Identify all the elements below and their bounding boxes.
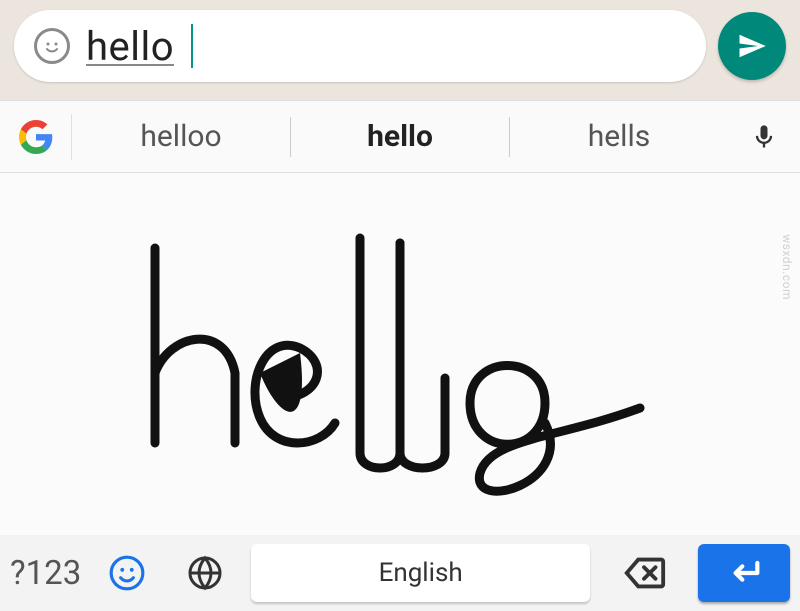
symbols-key[interactable]: ?123 — [10, 554, 81, 593]
emoji-icon[interactable] — [34, 28, 70, 64]
enter-key[interactable] — [698, 544, 790, 602]
chat-input-bar: hello — [0, 0, 800, 92]
suggestion-1[interactable]: helloo — [72, 114, 290, 160]
globe-icon[interactable] — [173, 555, 237, 591]
space-key[interactable]: English — [251, 544, 590, 602]
send-button[interactable] — [718, 12, 786, 80]
emoji-key-icon[interactable] — [95, 554, 159, 592]
google-logo-icon[interactable] — [0, 114, 72, 160]
backspace-icon[interactable] — [604, 550, 684, 596]
keyboard-bottom-row: ?123 English — [0, 535, 800, 611]
handwriting-canvas[interactable] — [0, 173, 800, 535]
watermark: wsxdn.com — [780, 234, 794, 300]
keyboard-panel: helloo hello hells ?123 — [0, 100, 800, 611]
mic-icon[interactable] — [728, 123, 800, 151]
message-input[interactable]: hello — [86, 23, 174, 70]
text-cursor — [191, 24, 193, 68]
suggestion-bar: helloo hello hells — [0, 101, 800, 173]
message-input-container[interactable]: hello — [14, 10, 706, 82]
suggestion-2[interactable]: hello — [291, 114, 509, 160]
suggestion-3[interactable]: hells — [510, 114, 728, 160]
